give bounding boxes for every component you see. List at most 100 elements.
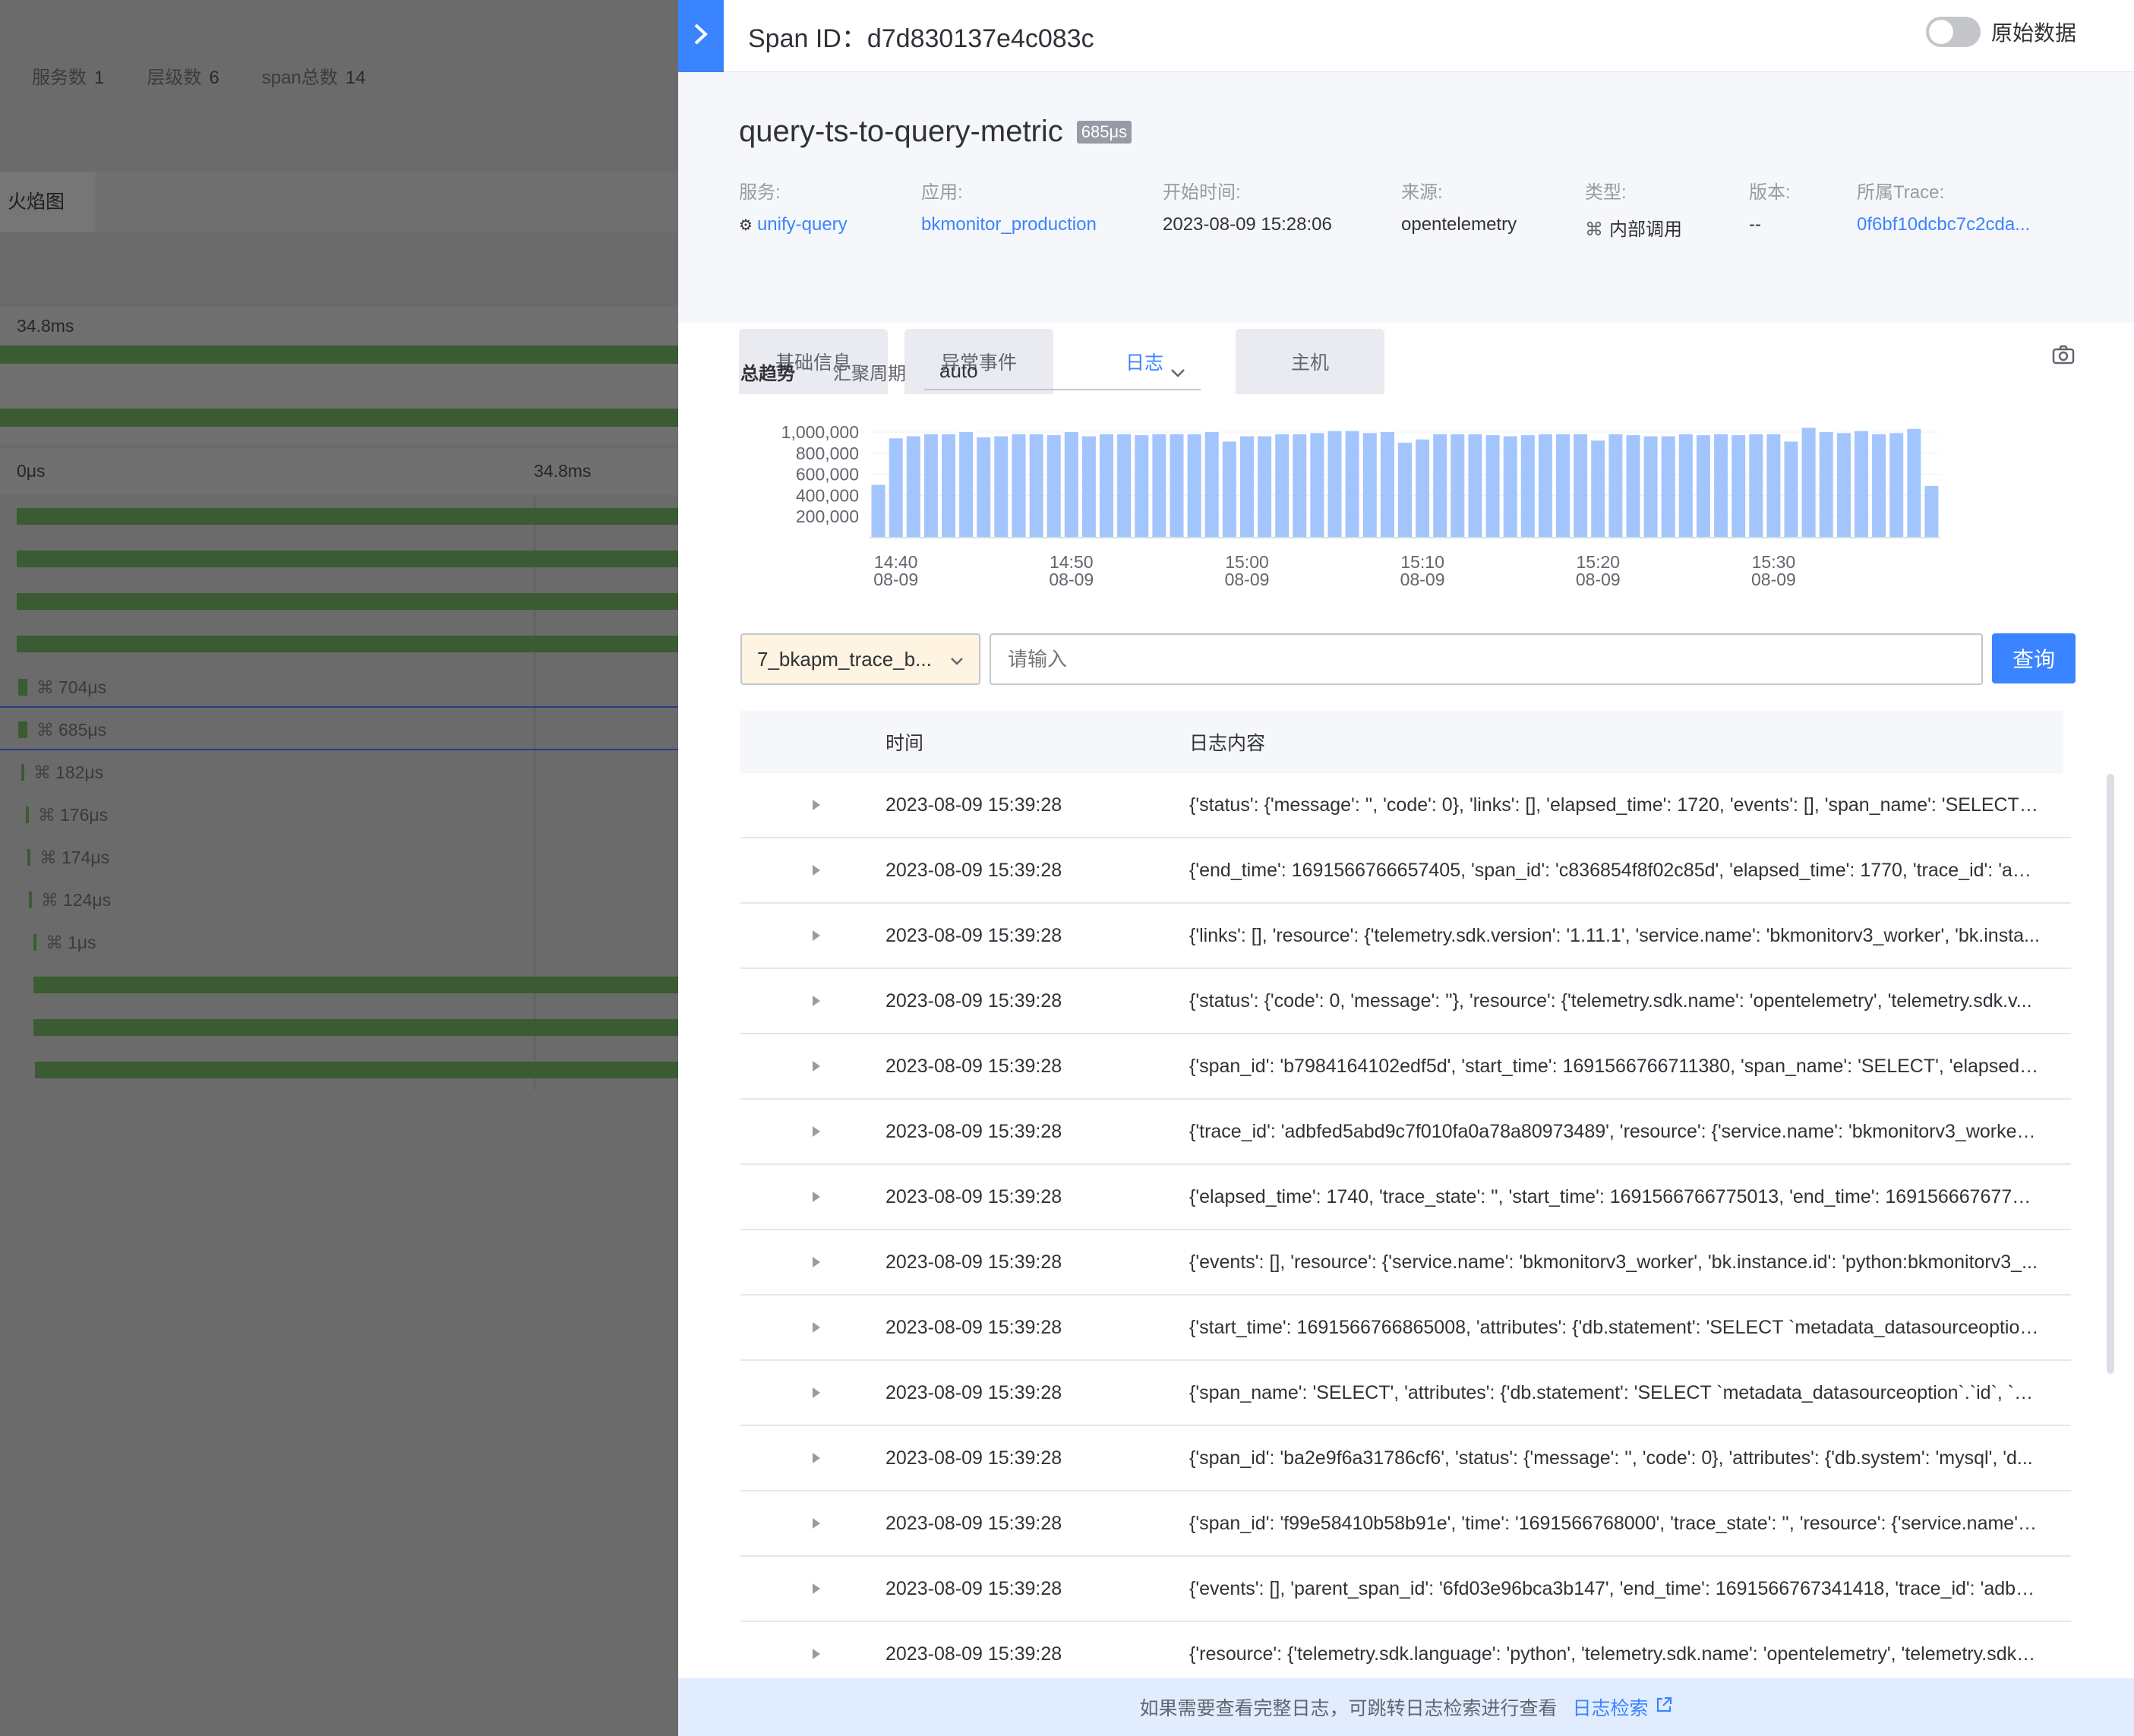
trend-bar[interactable]	[1258, 436, 1272, 538]
trend-bar[interactable]	[906, 436, 920, 538]
trend-bar[interactable]	[889, 438, 903, 538]
trend-bar[interactable]	[1556, 434, 1570, 538]
trend-bar[interactable]	[1293, 434, 1307, 538]
expand-row-icon[interactable]	[740, 863, 885, 877]
trend-bar[interactable]	[1187, 434, 1201, 538]
log-row[interactable]: 2023-08-09 15:39:28 {'span_name': 'SELECT…	[740, 1361, 2071, 1426]
log-row[interactable]: 2023-08-09 15:39:28 {'span_id': 'f99e5841…	[740, 1491, 2071, 1557]
expand-row-icon[interactable]	[740, 1647, 885, 1661]
trend-bar[interactable]	[1117, 434, 1132, 538]
expand-row-icon[interactable]	[740, 1582, 885, 1596]
span-bar[interactable]	[33, 1019, 678, 1036]
trend-bar[interactable]	[942, 434, 955, 538]
app-link[interactable]: bkmonitor_production	[921, 214, 1097, 235]
span-bar[interactable]	[26, 806, 29, 823]
trend-bar[interactable]	[1204, 432, 1219, 538]
trend-bar[interactable]	[1766, 434, 1781, 538]
trend-bar[interactable]	[1240, 436, 1254, 538]
trend-bar[interactable]	[1855, 431, 1868, 538]
trend-bar[interactable]	[1345, 431, 1359, 538]
trend-bar[interactable]	[1152, 434, 1166, 538]
trend-bar[interactable]	[1081, 436, 1096, 538]
span-bar[interactable]	[18, 721, 27, 738]
span-bar[interactable]	[17, 593, 678, 610]
table-scrollbar[interactable]	[2107, 774, 2114, 1374]
trend-bar[interactable]	[1872, 434, 1886, 538]
span-bar[interactable]	[17, 551, 678, 567]
query-button[interactable]: 查询	[1992, 633, 2076, 683]
trend-bar[interactable]	[994, 436, 1009, 538]
service-link[interactable]: ⚙ unify-query	[739, 214, 848, 235]
span-bar[interactable]	[17, 508, 678, 525]
trend-bar[interactable]	[1643, 436, 1658, 538]
expand-row-icon[interactable]	[740, 1517, 885, 1530]
trend-bar[interactable]	[1784, 441, 1798, 538]
expand-row-icon[interactable]	[740, 1125, 885, 1138]
trend-bar[interactable]	[1678, 434, 1693, 538]
tab-host[interactable]: 主机	[1236, 329, 1384, 394]
log-row[interactable]: 2023-08-09 15:39:28 {'start_time': 169156…	[740, 1296, 2071, 1361]
trend-bar[interactable]	[1520, 435, 1535, 538]
trend-bar[interactable]	[1696, 435, 1710, 538]
screenshot-button[interactable]	[2052, 345, 2075, 368]
span-bar[interactable]	[35, 1062, 678, 1078]
log-row[interactable]: 2023-08-09 15:39:28 {'status': {'message'…	[740, 773, 2071, 838]
trend-bar[interactable]	[1538, 434, 1552, 538]
trend-bar[interactable]	[1416, 439, 1430, 538]
expand-row-icon[interactable]	[740, 798, 885, 812]
trend-bar[interactable]	[1310, 433, 1324, 538]
trace-link[interactable]: 0f6bf10dcbc7c2cda...	[1857, 214, 2030, 235]
trend-bar[interactable]	[871, 485, 885, 538]
trend-bar[interactable]	[1661, 436, 1675, 538]
trend-bar[interactable]	[1222, 441, 1236, 538]
trend-bar[interactable]	[1433, 434, 1447, 538]
span-bar[interactable]	[29, 892, 32, 908]
span-bar[interactable]	[33, 977, 678, 993]
raw-data-toggle[interactable]: 原始数据	[1925, 17, 2076, 47]
trend-bar[interactable]	[1170, 434, 1184, 538]
trend-bar[interactable]	[1468, 434, 1482, 538]
trend-bar[interactable]	[1836, 433, 1851, 538]
expand-row-icon[interactable]	[740, 1321, 885, 1334]
trend-bar[interactable]	[1362, 433, 1377, 538]
trend-bar[interactable]	[923, 434, 938, 538]
trend-bar[interactable]	[1327, 431, 1342, 538]
toggle-switch[interactable]	[1925, 17, 1981, 47]
trend-bar[interactable]	[1608, 434, 1623, 538]
trend-bar[interactable]	[1275, 434, 1290, 538]
trend-bar[interactable]	[1924, 485, 1939, 538]
trend-bar[interactable]	[1801, 428, 1816, 538]
span-bar[interactable]	[18, 679, 27, 696]
trend-bar[interactable]	[1732, 435, 1746, 538]
span-bar[interactable]	[27, 849, 30, 866]
trend-bar[interactable]	[1380, 432, 1394, 538]
trend-bar[interactable]	[1100, 434, 1113, 538]
log-row[interactable]: 2023-08-09 15:39:28 {'span_id': 'ba2e9f6a…	[740, 1426, 2071, 1491]
span-bar[interactable]	[33, 934, 36, 951]
trend-bar[interactable]	[1574, 434, 1588, 538]
trend-bar[interactable]	[1046, 435, 1061, 538]
trend-bar[interactable]	[1398, 442, 1412, 538]
log-search-input[interactable]	[990, 633, 1983, 685]
log-row[interactable]: 2023-08-09 15:39:28 {'status': {'code': 0…	[740, 969, 2071, 1034]
trend-bar[interactable]	[1485, 435, 1500, 538]
expand-row-icon[interactable]	[740, 1386, 885, 1400]
trend-bar[interactable]	[1451, 434, 1465, 538]
log-row[interactable]: 2023-08-09 15:39:28 {'span_id': 'b7984164…	[740, 1034, 2071, 1100]
log-search-link[interactable]: 日志检索	[1573, 1693, 1673, 1721]
expand-row-icon[interactable]	[740, 994, 885, 1008]
log-row[interactable]: 2023-08-09 15:39:28 {'events': [], 'paren…	[740, 1557, 2071, 1622]
log-row[interactable]: 2023-08-09 15:39:28 {'links': [], 'resour…	[740, 904, 2071, 969]
log-row[interactable]: 2023-08-09 15:39:28 {'elapsed_time': 1740…	[740, 1165, 2071, 1230]
expand-row-icon[interactable]	[740, 1059, 885, 1073]
trend-bar[interactable]	[959, 432, 974, 538]
period-select[interactable]: auto	[924, 352, 1201, 390]
expand-row-icon[interactable]	[740, 1451, 885, 1465]
span-bar[interactable]	[21, 764, 24, 781]
trend-bar[interactable]	[977, 437, 991, 538]
trend-bar[interactable]	[1819, 432, 1833, 538]
trend-bar[interactable]	[1591, 440, 1605, 538]
trend-bar[interactable]	[1749, 434, 1763, 538]
trend-bar[interactable]	[1889, 433, 1904, 538]
trend-bar[interactable]	[1064, 432, 1078, 538]
